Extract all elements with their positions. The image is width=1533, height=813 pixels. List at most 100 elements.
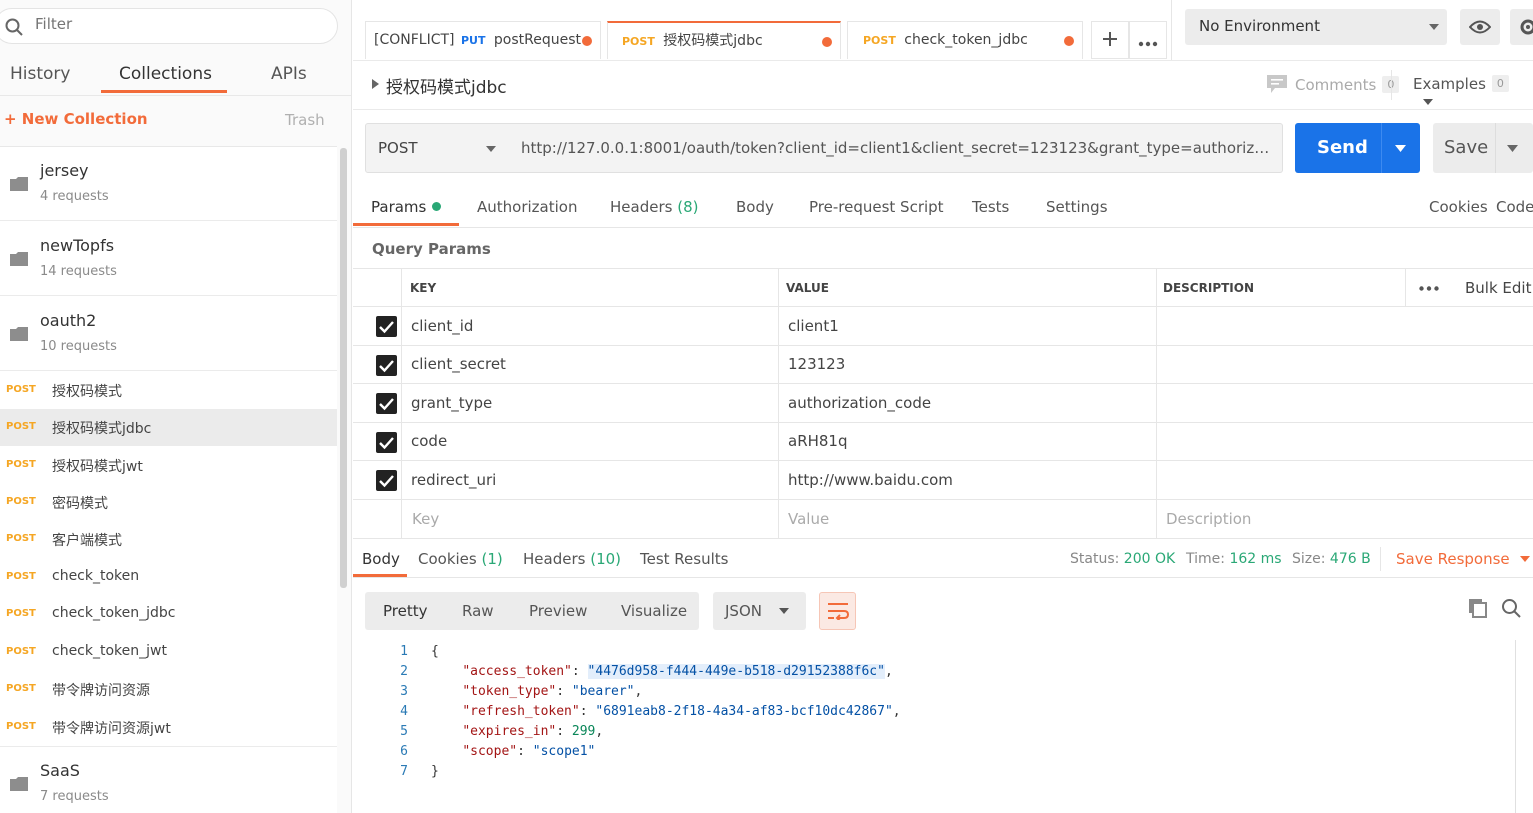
request-name: check_token_jwt [52, 643, 167, 659]
request-item[interactable]: POST 授权码模式jwt [0, 447, 337, 484]
request-tab[interactable]: POST check_token_jdbc [847, 21, 1083, 59]
param-value[interactable]: 123123 [788, 355, 845, 373]
format-preview[interactable]: Preview [529, 602, 587, 620]
param-checkbox[interactable] [376, 470, 397, 491]
tab-history[interactable]: History [10, 64, 70, 84]
request-item[interactable]: POST check_token_jwt [0, 634, 337, 671]
param-key[interactable]: client_id [411, 317, 473, 335]
tab-response-body[interactable]: Body [362, 550, 400, 568]
tab-authorization[interactable]: Authorization [477, 198, 577, 216]
request-tab[interactable]: [CONFLICT] PUT postRequest [365, 21, 601, 59]
send-button[interactable]: Send [1295, 123, 1420, 173]
tab-pre-request-script[interactable]: Pre-request Script [809, 198, 944, 216]
method-badge: POST [6, 571, 36, 582]
param-checkbox[interactable] [376, 393, 397, 414]
caret-right-icon[interactable] [372, 79, 379, 89]
collection-newtopfs[interactable]: newTopfs 14 requests [0, 222, 337, 296]
bulk-edit-link[interactable]: Bulk Edit [1465, 279, 1531, 297]
tab-collections[interactable]: Collections [119, 64, 212, 84]
copy-icon[interactable] [1468, 598, 1488, 618]
new-value-input[interactable]: Value [788, 510, 829, 528]
request-item[interactable]: POST 密码模式 [0, 484, 337, 521]
format-raw[interactable]: Raw [462, 602, 494, 620]
save-button[interactable]: Save [1433, 123, 1533, 173]
save-response-button[interactable]: Save Response [1396, 550, 1530, 568]
request-title[interactable]: 授权码模式jdbc [386, 73, 507, 98]
param-checkbox[interactable] [376, 355, 397, 376]
tab-body[interactable]: Body [736, 198, 774, 216]
tab-response-cookies[interactable]: Cookies (1) [418, 550, 503, 568]
param-checkbox[interactable] [376, 432, 397, 453]
tab-headers[interactable]: Headers (8) [610, 198, 698, 216]
size-meta: Size: 476 B [1292, 551, 1371, 567]
tab-test-results[interactable]: Test Results [640, 550, 728, 568]
trash-link[interactable]: Trash [285, 111, 325, 129]
collection-jersey[interactable]: jersey 4 requests [0, 147, 337, 221]
line-number: 3 [400, 684, 408, 699]
unsaved-dot-icon [582, 36, 592, 46]
line-number: 7 [400, 764, 408, 779]
request-name: 授权码模式jdbc [52, 421, 152, 437]
request-item[interactable]: POST 带令牌访问资源 [0, 671, 337, 708]
more-tabs-button[interactable] [1129, 21, 1167, 59]
tab-settings[interactable]: Settings [1046, 198, 1108, 216]
request-item[interactable]: POST check_token [0, 559, 337, 596]
tab-apis[interactable]: APIs [271, 64, 307, 84]
new-description-input[interactable]: Description [1166, 510, 1251, 528]
tab-params[interactable]: Params [371, 198, 442, 216]
request-item-selected[interactable]: POST 授权码模式jdbc [0, 409, 337, 446]
request-item[interactable]: POST 带令牌访问资源jwt [0, 709, 337, 746]
tab-name: check_token_jdbc [904, 32, 1028, 48]
param-key[interactable]: client_secret [411, 355, 506, 373]
cookies-link[interactable]: Cookies [1429, 198, 1488, 216]
tab-tests[interactable]: Tests [972, 198, 1009, 216]
format-visualize[interactable]: Visualize [621, 602, 687, 620]
param-key[interactable]: redirect_uri [411, 471, 496, 489]
wrap-lines-button[interactable] [819, 592, 856, 630]
param-value[interactable]: http://www.baidu.com [788, 471, 953, 489]
collection-name: newTopfs [40, 236, 115, 255]
param-checkbox[interactable] [376, 316, 397, 337]
param-value[interactable]: authorization_code [788, 394, 931, 412]
param-key[interactable]: grant_type [411, 394, 492, 412]
tab-response-headers[interactable]: Headers (10) [523, 550, 621, 568]
filter-box[interactable] [0, 8, 338, 44]
json-brace: } [431, 764, 439, 779]
main-panel: [CONFLICT] PUT postRequest POST 授权码模式jdb… [353, 0, 1533, 813]
new-tab-button[interactable] [1091, 21, 1129, 59]
examples-dropdown[interactable]: Examples 0 [1413, 75, 1533, 111]
url-input[interactable]: http://127.0.0.1:8001/oauth/token?client… [509, 123, 1283, 173]
comments-button[interactable]: Comments0 [1267, 75, 1400, 94]
collection-saas[interactable]: SaaS 7 requests [0, 746, 337, 813]
time-label: Time: [1186, 551, 1225, 567]
language-select[interactable]: JSON [713, 592, 806, 630]
new-collection-button[interactable]: + New Collection [4, 110, 148, 128]
param-value[interactable]: aRH81q [788, 432, 848, 450]
chevron-down-icon[interactable] [1507, 145, 1518, 152]
param-value[interactable]: client1 [788, 317, 839, 335]
environment-quick-look-button[interactable] [1460, 9, 1500, 45]
request-item[interactable]: POST 客户端模式 [0, 521, 337, 558]
code-line: "token_type": "bearer", [462, 684, 643, 699]
table-header: KEY VALUE DESCRIPTION Bulk Edit [353, 268, 1533, 306]
collection-oauth2[interactable]: oauth2 10 requests [0, 297, 337, 371]
request-item[interactable]: POST 授权码模式 [0, 372, 337, 409]
json-brace: { [431, 644, 439, 659]
method-select[interactable]: POST [365, 123, 510, 173]
search-icon[interactable] [1501, 598, 1521, 618]
editor-scrollbar[interactable] [1515, 640, 1533, 813]
method-badge: POST [6, 683, 36, 694]
ellipsis-icon[interactable] [1419, 286, 1439, 291]
table-row: client_secret 123123 [353, 345, 1533, 383]
manage-environments-button[interactable] [1510, 9, 1533, 45]
sidebar-scrollbar[interactable] [340, 148, 347, 588]
environment-select[interactable]: No Environment [1185, 9, 1447, 45]
filter-input[interactable] [35, 15, 315, 33]
request-tab-active[interactable]: POST 授权码模式jdbc [607, 21, 841, 59]
format-pretty[interactable]: Pretty [383, 602, 428, 620]
chevron-down-icon[interactable] [1395, 145, 1406, 152]
param-key[interactable]: code [411, 432, 447, 450]
code-link[interactable]: Code [1496, 198, 1533, 216]
request-item[interactable]: POST check_token_jdbc [0, 596, 337, 633]
new-key-input[interactable]: Key [412, 510, 439, 528]
